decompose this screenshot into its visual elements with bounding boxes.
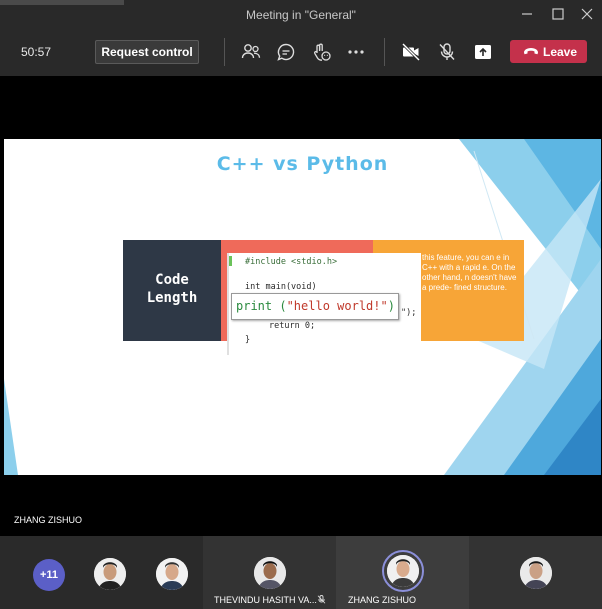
close-icon[interactable] — [578, 5, 596, 23]
print-close: ) — [387, 299, 395, 313]
participant-avatar — [387, 555, 419, 587]
slide-title: C++ vs Python — [216, 153, 389, 175]
participant-tile-group[interactable]: +11 — [0, 536, 203, 609]
person-photo-icon — [387, 555, 419, 587]
code-line-4: return 0; — [269, 321, 316, 331]
code-line-2: int main(void) — [245, 282, 317, 292]
participant-tile-thevindu[interactable]: THEVINDU HASITH VA... — [203, 536, 336, 609]
participant-name: THEVINDU HASITH VA... — [214, 595, 317, 605]
person-photo-icon — [520, 557, 552, 589]
python-print-box: print ("hello world!") — [231, 293, 399, 320]
participant-name: ZHANG ZISHUO — [348, 595, 417, 605]
participant-avatar[interactable] — [156, 558, 188, 590]
participant-tile-other[interactable] — [469, 536, 602, 609]
orange-box-text: this feature, you can e in C++ with a ra… — [422, 253, 517, 292]
code-line-1: #include <stdio.h> — [245, 257, 338, 267]
code-line-5: } — [245, 335, 251, 345]
chat-icon[interactable] — [275, 41, 297, 63]
shared-content-stage: C++ vs Python Code Length this feature, … — [0, 76, 602, 536]
shared-slide: C++ vs Python Code Length this feature, … — [4, 139, 601, 475]
person-photo-icon — [156, 558, 188, 590]
request-control-button[interactable]: Request control — [95, 40, 199, 64]
leave-button[interactable]: Leave — [510, 40, 587, 63]
app-icon-strip — [0, 0, 124, 5]
person-photo-icon — [94, 558, 126, 590]
microphone-muted-icon[interactable] — [436, 41, 458, 63]
code-gutter-marker — [229, 256, 232, 266]
print-keyword: print ( — [236, 299, 287, 313]
person-photo-icon — [254, 557, 286, 589]
window-title: Meeting in "General" — [246, 8, 356, 22]
presenter-name: ZHANG ZISHUO — [14, 515, 83, 525]
participant-tile-zhang[interactable]: ZHANG ZISHUO — [336, 536, 469, 609]
people-icon[interactable] — [240, 41, 262, 63]
share-tray-icon[interactable] — [472, 41, 494, 63]
code-length-line1: Code — [155, 272, 189, 288]
toolbar-divider — [384, 38, 385, 66]
more-participants-badge[interactable]: +11 — [33, 559, 65, 591]
reactions-icon[interactable] — [310, 41, 332, 63]
microphone-muted-icon — [317, 595, 326, 604]
meeting-timer: 50:57 — [21, 45, 52, 59]
minimize-icon[interactable] — [518, 5, 536, 23]
camera-off-icon[interactable] — [400, 41, 422, 63]
print-string: "hello world!" — [286, 299, 388, 313]
code-length-line2: Length — [146, 290, 198, 306]
participant-avatar — [520, 557, 552, 589]
maximize-icon[interactable] — [549, 5, 567, 23]
more-options-icon[interactable] — [345, 41, 367, 63]
toolbar-divider — [224, 38, 225, 66]
participant-avatar — [254, 557, 286, 589]
meeting-toolbar: 50:57 Request control Leave — [0, 30, 602, 76]
code-length-block: Code Length — [123, 240, 221, 341]
leave-label: Leave — [543, 45, 578, 59]
participant-avatar[interactable] — [94, 558, 126, 590]
title-bar: Meeting in "General" — [0, 0, 602, 30]
participant-strip: +11 THEVINDU HASITH VA... ZHANG ZISHUO — [0, 536, 602, 609]
python-print-code: print ("hello world!") — [236, 299, 395, 313]
code-line-3: "); — [401, 308, 417, 318]
phone-hangup-icon — [524, 48, 538, 55]
